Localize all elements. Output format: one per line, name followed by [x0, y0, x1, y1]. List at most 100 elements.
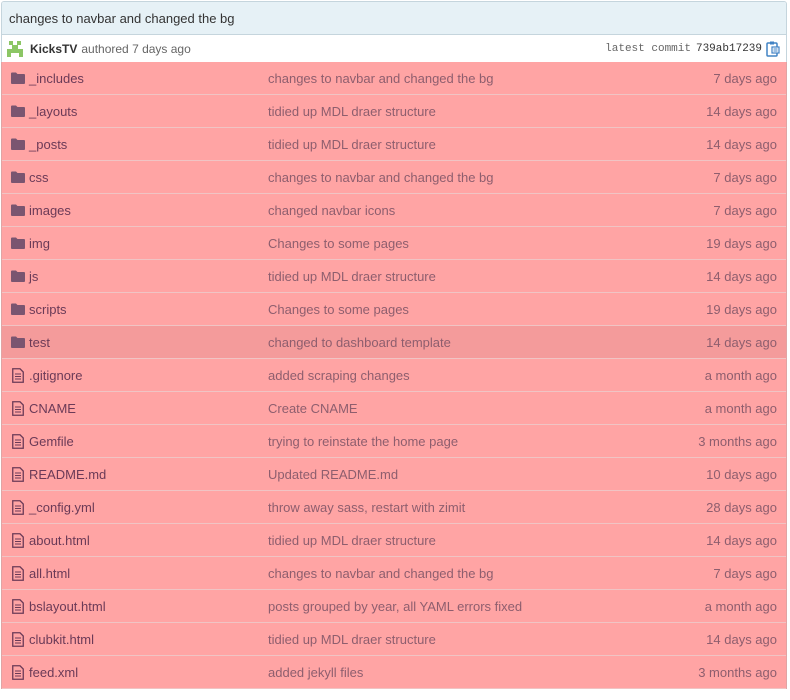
file-age: 19 days ago: [706, 235, 777, 251]
file-commit-message-link[interactable]: changes to navbar and changed the bg: [268, 566, 494, 581]
file-commit-message-link[interactable]: Changes to some pages: [268, 236, 409, 251]
file-commit-message-link[interactable]: posts grouped by year, all YAML errors f…: [268, 599, 522, 614]
file-row[interactable]: clubkit.html tidied up MDL draer structur…: [2, 623, 786, 656]
file-name-link[interactable]: .gitignore: [29, 368, 82, 383]
file-commit-message-link[interactable]: tidied up MDL draer structure: [268, 533, 436, 548]
file-age: 14 days ago: [706, 103, 777, 119]
file-name-link[interactable]: clubkit.html: [29, 632, 94, 647]
folder-icon: [8, 171, 28, 183]
file-icon: [8, 532, 28, 548]
file-icon: [8, 499, 28, 515]
file-commit-message-link[interactable]: throw away sass, restart with zimit: [268, 500, 465, 515]
file-name-link[interactable]: _includes: [29, 71, 84, 86]
file-row[interactable]: css changes to navbar and changed the bg 7…: [2, 161, 786, 194]
file-icon: [8, 565, 28, 581]
file-icon: [8, 400, 28, 416]
file-icon: [8, 433, 28, 449]
file-commit-message-link[interactable]: Updated README.md: [268, 467, 398, 482]
file-age: a month ago: [704, 400, 777, 416]
file-age: 7 days ago: [713, 70, 777, 86]
file-name-link[interactable]: CNAME: [29, 401, 76, 416]
file-commit-message-link[interactable]: tidied up MDL draer structure: [268, 104, 436, 119]
file-commit-message-link[interactable]: Create CNAME: [268, 401, 358, 416]
folder-icon: [8, 105, 28, 117]
file-name-link[interactable]: README.md: [29, 467, 106, 482]
file-name-link[interactable]: _posts: [29, 137, 67, 152]
file-commit-message-link[interactable]: tidied up MDL draer structure: [268, 269, 436, 284]
file-commit-message-link[interactable]: tidied up MDL draer structure: [268, 632, 436, 647]
commit-authored-time: authored 7 days ago: [81, 42, 191, 56]
file-icon: [8, 466, 28, 482]
folder-icon: [8, 303, 28, 315]
file-name-link[interactable]: scripts: [29, 302, 67, 317]
file-row[interactable]: about.html tidied up MDL draer structure 1…: [2, 524, 786, 557]
file-name-link[interactable]: about.html: [29, 533, 90, 548]
file-row[interactable]: README.md Updated README.md 10 days ago: [2, 458, 786, 491]
file-age: 14 days ago: [706, 631, 777, 647]
file-age: 3 months ago: [698, 433, 777, 449]
file-row[interactable]: _includes changes to navbar and changed t…: [2, 62, 786, 95]
file-age: 7 days ago: [713, 169, 777, 185]
file-age: 7 days ago: [713, 202, 777, 218]
file-name-link[interactable]: Gemfile: [29, 434, 74, 449]
file-row[interactable]: _posts tidied up MDL draer structure 14 da…: [2, 128, 786, 161]
folder-icon: [8, 204, 28, 216]
file-commit-message-link[interactable]: tidied up MDL draer structure: [268, 137, 436, 152]
commit-message[interactable]: changes to navbar and changed the bg: [2, 2, 786, 35]
file-commit-message-link[interactable]: changes to navbar and changed the bg: [268, 71, 494, 86]
folder-icon: [8, 270, 28, 282]
file-row[interactable]: test changed to dashboard template 14 days…: [2, 326, 786, 359]
file-name-link[interactable]: all.html: [29, 566, 70, 581]
file-commit-message-link[interactable]: Changes to some pages: [268, 302, 409, 317]
commit-meta: KicksTV authored 7 days ago latest commi…: [2, 35, 786, 63]
author-avatar-icon[interactable]: [6, 40, 24, 58]
file-commit-message-link[interactable]: changes to navbar and changed the bg: [268, 170, 494, 185]
file-row[interactable]: .gitignore added scraping changes a month …: [2, 359, 786, 392]
file-age: 3 months ago: [698, 664, 777, 680]
file-age: 28 days ago: [706, 499, 777, 515]
file-row[interactable]: js tidied up MDL draer structure 14 days a…: [2, 260, 786, 293]
file-age: a month ago: [704, 367, 777, 383]
file-name-link[interactable]: images: [29, 203, 71, 218]
file-commit-message-link[interactable]: added jekyll files: [268, 665, 363, 680]
file-commit-message-link[interactable]: changed navbar icons: [268, 203, 395, 218]
file-name-link[interactable]: _config.yml: [29, 500, 95, 515]
file-icon: [8, 631, 28, 647]
file-age: 7 days ago: [713, 565, 777, 581]
file-age: 19 days ago: [706, 301, 777, 317]
folder-icon: [8, 336, 28, 348]
file-row[interactable]: images changed navbar icons 7 days ago: [2, 194, 786, 227]
file-name-link[interactable]: bslayout.html: [29, 599, 106, 614]
file-list: _includeschanges to navbar and changed t…: [1, 62, 787, 689]
file-commit-message-link[interactable]: trying to reinstate the home page: [268, 434, 458, 449]
file-row[interactable]: Gemfile trying to reinstate the home page…: [2, 425, 786, 458]
commit-message-text[interactable]: changes to navbar and changed the bg: [9, 11, 235, 26]
commit-sha-group: latest commit 739ab17239: [605, 41, 780, 57]
file-row[interactable]: _config.yml throw away sass, restart with…: [2, 491, 786, 524]
file-icon: [8, 598, 28, 614]
commit-box: changes to navbar and changed the bg Kic…: [1, 1, 787, 64]
file-row[interactable]: img Changes to some pages 19 days ago: [2, 227, 786, 260]
file-name-link[interactable]: feed.xml: [29, 665, 78, 680]
file-row[interactable]: _layouts tidied up MDL draer structure 14 …: [2, 95, 786, 128]
file-name-link[interactable]: js: [29, 269, 38, 284]
file-name-link[interactable]: _layouts: [29, 104, 77, 119]
clipboard-icon[interactable]: [766, 41, 780, 57]
commit-sha[interactable]: 739ab17239: [696, 43, 762, 55]
commit-author[interactable]: KicksTV: [30, 42, 77, 56]
file-row[interactable]: all.html changes to navbar and changed th…: [2, 557, 786, 590]
file-name-link[interactable]: test: [29, 335, 50, 350]
file-row[interactable]: feed.xml added jekyll files 3 months ago: [2, 656, 786, 689]
latest-commit-label: latest commit: [605, 43, 691, 55]
file-icon: [8, 664, 28, 680]
file-age: 14 days ago: [706, 334, 777, 350]
folder-icon: [8, 72, 28, 84]
file-name-link[interactable]: img: [29, 236, 50, 251]
file-row[interactable]: bslayout.html posts grouped by year, all …: [2, 590, 786, 623]
file-commit-message-link[interactable]: added scraping changes: [268, 368, 410, 383]
file-row[interactable]: CNAME Create CNAME a month ago: [2, 392, 786, 425]
file-row[interactable]: scripts Changes to some pages 19 days ago: [2, 293, 786, 326]
file-commit-message-link[interactable]: changed to dashboard template: [268, 335, 451, 350]
file-name-link[interactable]: css: [29, 170, 49, 185]
file-age: 14 days ago: [706, 268, 777, 284]
